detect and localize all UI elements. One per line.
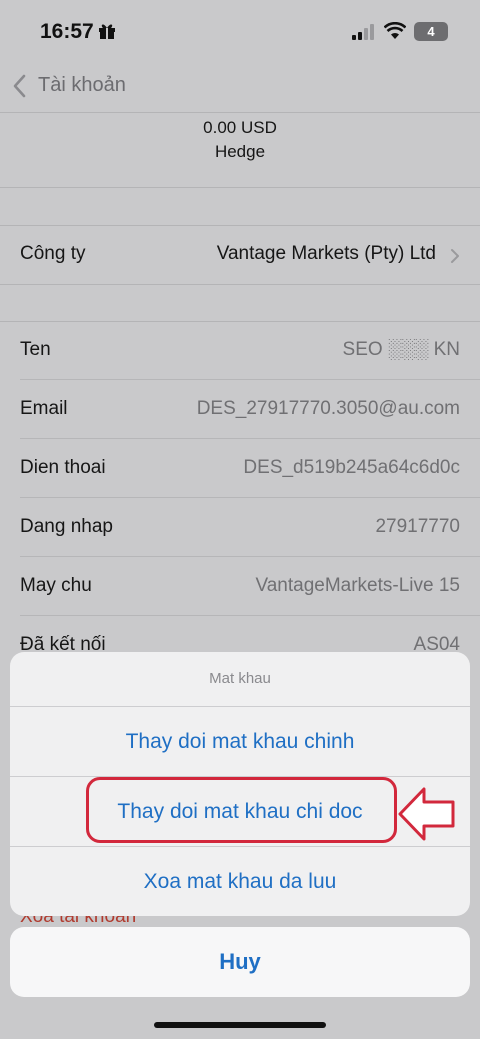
gift-icon (99, 24, 115, 39)
balance-amount: 0.00 USD (203, 118, 277, 137)
detail-row-server: May chu VantageMarkets-Live 15 (0, 558, 480, 616)
detail-row-name: Ten SEO ░░░ KN (0, 322, 480, 380)
detail-row-login: Dang nhap 27917770 (0, 499, 480, 557)
divider (0, 284, 480, 285)
back-button[interactable]: Tài khoản (38, 74, 126, 97)
highlight-outline (86, 777, 397, 843)
row-separator (20, 379, 480, 380)
detail-row-phone: Dien thoai DES_d519b245a64c6d0c (0, 440, 480, 498)
detail-row-email: Email DES_27917770.3050@au.com (0, 381, 480, 439)
row-separator (20, 556, 480, 557)
row-separator (20, 615, 480, 616)
home-indicator (154, 1022, 326, 1028)
change-master-password-button[interactable]: Thay doi mat khau chinh (10, 707, 470, 777)
navigation-bar: Tài khoản (0, 62, 480, 112)
balance-summary: 0.00 USD Hedge (0, 116, 480, 164)
account-mode: Hedge (214, 142, 266, 161)
divider (0, 112, 480, 113)
detail-label: Email (20, 398, 68, 419)
action-sheet-title: Mat khau (209, 670, 271, 687)
chevron-right-icon (451, 249, 459, 263)
delete-saved-password-button[interactable]: Xoa mat khau da luu (10, 847, 470, 916)
detail-label: May chu (20, 575, 92, 596)
signal-icon (352, 24, 374, 40)
detail-label: Ten (20, 339, 51, 360)
status-bar: 16:57 4 (0, 0, 480, 62)
detail-label: Dang nhap (20, 516, 113, 537)
cancel-button[interactable]: Huy (10, 927, 470, 997)
wifi-icon (384, 22, 406, 39)
row-separator (20, 497, 480, 498)
detail-value: SEO ░░░ KN (342, 339, 460, 360)
row-separator (20, 438, 480, 439)
chevron-left-icon[interactable] (12, 74, 26, 98)
battery-icon: 4 (414, 22, 448, 41)
detail-value: DES_d519b245a64c6d0c (243, 457, 460, 478)
status-time: 16:57 (40, 20, 94, 43)
divider (0, 187, 480, 188)
detail-value: 27917770 (375, 516, 460, 537)
company-value: Vantage Markets (Pty) Ltd (216, 243, 436, 264)
company-label: Công ty (20, 243, 86, 264)
company-row[interactable]: Công ty Vantage Markets (Pty) Ltd (0, 226, 480, 284)
detail-value: VantageMarkets-Live 15 (255, 575, 460, 596)
detail-value: DES_27917770.3050@au.com (196, 398, 460, 419)
arrow-left-icon (398, 787, 455, 841)
detail-label: Dien thoai (20, 457, 106, 478)
